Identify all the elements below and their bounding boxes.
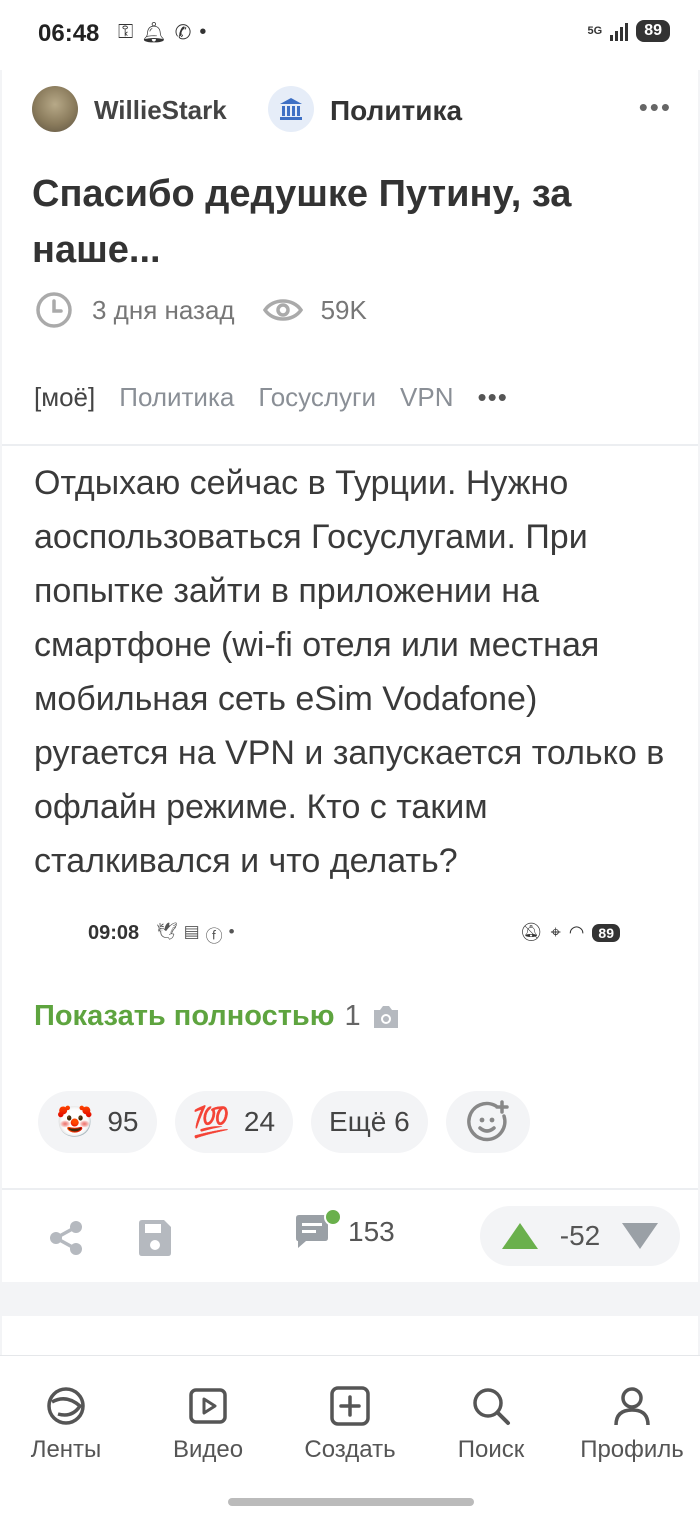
divider: [2, 1188, 698, 1190]
nav-profile[interactable]: Профиль: [562, 1384, 700, 1464]
bottom-navigation: Ленты Видео Создать Поиск Профиль: [0, 1355, 700, 1517]
eye-icon: [262, 299, 303, 321]
show-full-row: Показать полностью 1: [34, 1000, 401, 1033]
post-time: 3 дня назад: [92, 294, 235, 325]
key-icon: ⚿: [118, 21, 134, 43]
status-right: 5G 89: [588, 20, 670, 42]
divider: [2, 444, 698, 446]
share-button[interactable]: [46, 1218, 86, 1263]
reactions-bar: 🤡 95 💯 24 Ещё 6: [38, 1091, 530, 1153]
reaction-clown[interactable]: 🤡 95: [38, 1091, 157, 1153]
bird-icon: 🕊︎: [156, 922, 178, 941]
home-indicator[interactable]: [228, 1498, 474, 1506]
views-count: 59K: [320, 294, 367, 325]
more-options-icon[interactable]: •••: [639, 92, 672, 123]
nav-feeds[interactable]: Ленты: [0, 1384, 136, 1464]
preview-time: 09:08: [88, 922, 140, 944]
preview-status-icons: 🕊︎ ▤ ⓕ •: [156, 922, 235, 947]
mute-icon: 🔕︎: [519, 922, 543, 942]
nav-profile-label: Профиль: [580, 1436, 684, 1463]
image-count: 1: [344, 1000, 361, 1032]
community-icon[interactable]: [268, 86, 314, 132]
more-tags-icon[interactable]: •••: [478, 382, 508, 413]
whatsapp-icon: ✆: [174, 22, 192, 44]
floppy-icon: [139, 1220, 171, 1256]
post-header: WillieStark Политика •••: [32, 86, 672, 134]
comments-button[interactable]: 153: [292, 1208, 395, 1252]
location-icon: ⌖: [550, 922, 561, 942]
feeds-icon: [47, 1387, 85, 1425]
tag-item[interactable]: Политика: [119, 382, 234, 413]
facebook-icon: ⓕ: [205, 927, 223, 946]
add-reaction-button[interactable]: [445, 1091, 530, 1153]
community-name[interactable]: Политика: [330, 95, 462, 127]
show-full-link[interactable]: Показать полностью: [34, 1000, 335, 1033]
post-actions: 153 -52: [2, 1192, 698, 1280]
battery-indicator: 89: [636, 20, 670, 42]
dot-icon: •: [199, 21, 207, 43]
tag-item[interactable]: [моё]: [34, 382, 95, 413]
status-bar: 06:48 ⚿ 🔔︎ ✆ • 5G 89: [0, 0, 700, 70]
signal-icon: [610, 21, 629, 41]
bell-icon: 🔔︎: [141, 22, 167, 44]
video-icon: [189, 1388, 227, 1424]
share-icon: [50, 1221, 82, 1255]
building-icon: [280, 98, 302, 120]
nav-video-label: Видео: [172, 1436, 244, 1463]
more-reactions-button[interactable]: Ещё 6: [311, 1091, 428, 1153]
status-time: 06:48: [38, 20, 100, 47]
nav-search-label: Поиск: [457, 1436, 525, 1463]
save-button[interactable]: [136, 1218, 174, 1263]
tag-item[interactable]: VPN: [400, 382, 453, 413]
downvote-icon[interactable]: [620, 1221, 660, 1251]
views: 59K: [262, 294, 367, 326]
calendar-icon: ▤: [183, 922, 200, 941]
reaction-hundred[interactable]: 💯 24: [174, 1091, 294, 1153]
author-name[interactable]: WillieStark: [94, 95, 227, 126]
clock-icon: [36, 292, 72, 328]
reaction-count: 24: [243, 1106, 276, 1137]
rating-value: -52: [559, 1220, 601, 1251]
nav-search[interactable]: Поиск: [421, 1384, 561, 1464]
post-meta: 3 дня назад 59K: [34, 290, 367, 330]
post-title[interactable]: Спасибо дедушке Путину, за наше...: [32, 166, 672, 278]
rating-control: -52: [480, 1206, 680, 1266]
nav-create-label: Создать: [304, 1436, 396, 1463]
preview-battery: 89: [592, 923, 620, 942]
nav-video[interactable]: Видео: [138, 1384, 278, 1464]
wifi-icon: ◠: [568, 922, 585, 942]
post-image-preview[interactable]: 09:08 🕊︎ ▤ ⓕ • 🔕︎ ⌖ ◠ 89: [28, 902, 672, 972]
post-body: Отдыхаю сейчас в Турции. Нужно аоспользо…: [34, 464, 665, 880]
dot-icon: •: [228, 922, 235, 941]
search-icon: [473, 1388, 510, 1425]
new-comments-dot: [324, 1208, 342, 1226]
network-type: 5G: [587, 24, 603, 37]
nav-feeds-label: Ленты: [30, 1436, 102, 1463]
post-card: WillieStark Политика ••• Спасибо дедушке…: [2, 70, 698, 1282]
profile-icon: [614, 1387, 650, 1426]
tag-item[interactable]: Госуслуги: [258, 382, 376, 413]
reaction-count: 95: [107, 1106, 139, 1137]
add-emoji-icon: [466, 1100, 509, 1142]
clown-icon: 🤡: [56, 1105, 94, 1139]
upvote-icon[interactable]: [500, 1221, 540, 1251]
author-avatar[interactable]: [32, 86, 78, 132]
plus-square-icon: [330, 1386, 370, 1426]
nav-create[interactable]: Создать: [280, 1384, 420, 1464]
hundred-icon: 💯: [192, 1105, 230, 1139]
camera-icon: [373, 1005, 398, 1028]
comments-count: 153: [348, 1216, 395, 1247]
status-notification-icons: ⚿ 🔔︎ ✆ •: [118, 20, 206, 45]
tag-list: [моё] Политика Госуслуги VPN •••: [34, 382, 532, 413]
preview-status-right: 🔕︎ ⌖ ◠ 89: [520, 922, 620, 943]
